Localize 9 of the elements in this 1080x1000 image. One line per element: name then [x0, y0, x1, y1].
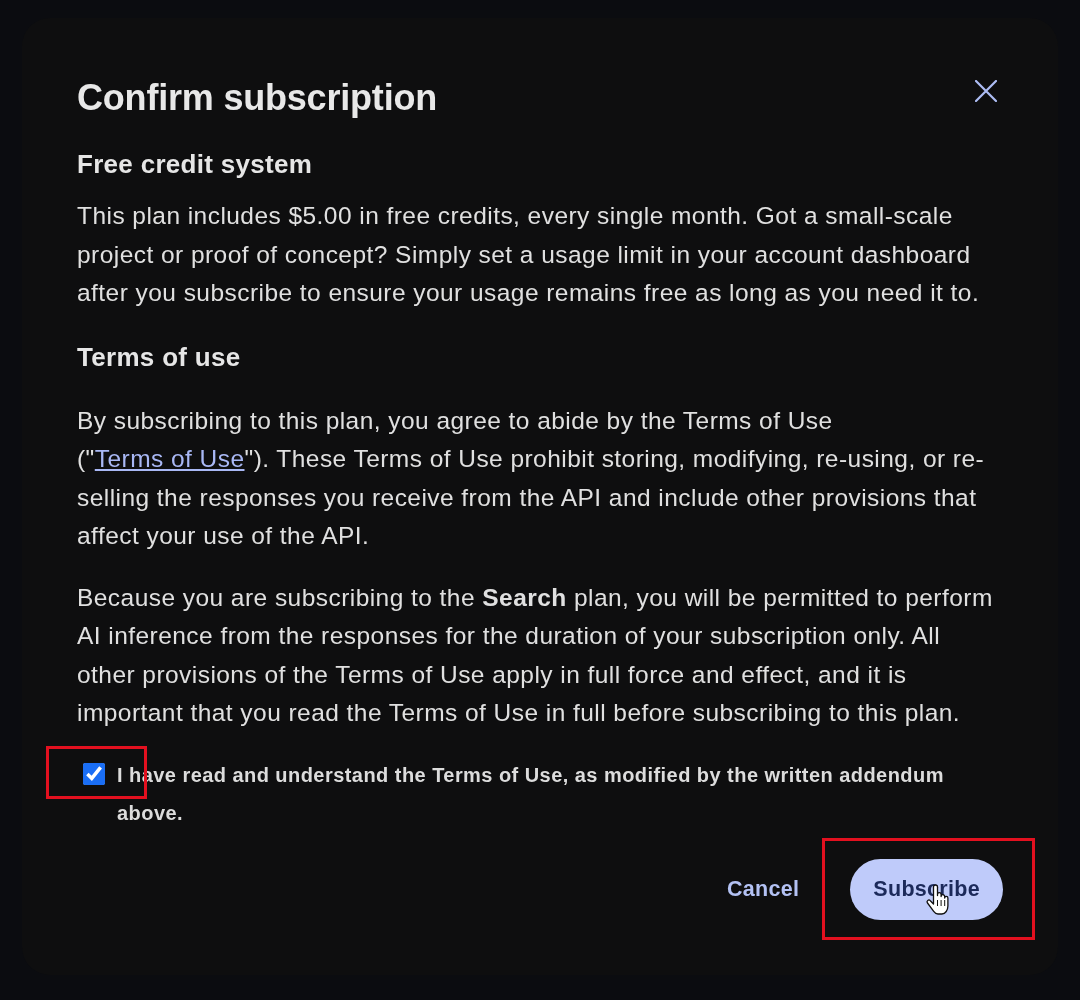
section-heading: Free credit system	[77, 148, 314, 180]
paragraph-text: By subscribing to this plan, you agree to abide by the Terms of Use ("Terms of Use"). These Terms of Use prohibit storing, modifying, re-using, or re-selling the responses you receive from the API and include other provisions that affect your use of the API.	[77, 405, 986, 551]
close-icon	[975, 80, 997, 102]
section-heading: Terms of use	[77, 340, 242, 373]
cancel-button[interactable]: Cancel	[727, 859, 800, 920]
paragraph-text: Because you are subscribing to the Search plan, you will be permitted to perform AI inference from the responses for the duration of your subscription only. All other provisions of the Terms of Use apply in full force and effect, and it is important that you read the Terms of Use in full before subscribing to this plan.	[77, 582, 994, 728]
paragraph-text: This plan includes $5.00 in free credits, every single month. Got a small-scale project or proof of concept? Simply set a usage limit in your account dashboard after you subscribe to ensure your usage remains free as long as you need it to.	[77, 201, 981, 308]
agree-checkbox[interactable]	[83, 762, 105, 785]
dialog-title: Confirm subscription	[77, 76, 437, 120]
